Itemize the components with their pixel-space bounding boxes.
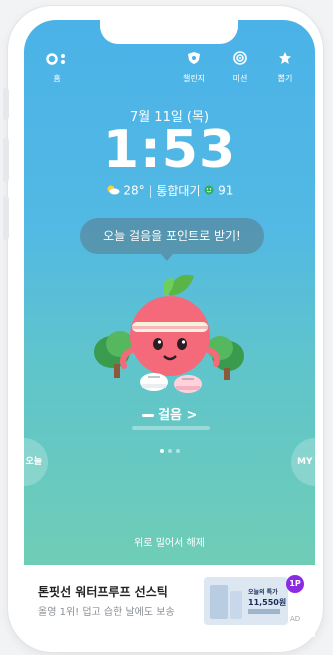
ad-banner[interactable]: 톤핏선 워터프루프 선스틱 올영 1위! 덥고 습한 날에도 보송 오늘의 특가… [24,565,315,637]
draw-button[interactable]: 뽑기 [267,50,303,84]
ad-thumb-title: 오늘의 특가 [248,589,278,596]
point-badge: 1P [286,575,304,593]
weather-row: 28° | 통합대기 91 [24,182,315,199]
product-image [210,585,228,619]
page-dot [175,449,180,453]
unlock-hint[interactable]: 위로 밀어서 해제 [24,534,315,549]
page-dot [159,449,164,453]
air-quality-value: 91 [218,183,234,198]
temperature: 28° [123,183,145,198]
lock-screen: 홈 챌린지 미션 뽑기 7월 11일 (목) 1:53 28° | 통합대기 9… [24,20,315,565]
target-icon [222,50,258,69]
side-button [3,196,9,240]
ad-title: 톤핏선 워터프루프 선스틱 [38,585,168,599]
air-quality-label: 통합대기 [156,184,201,198]
draw-label: 뽑기 [277,74,293,83]
ad-thumb-price: 11,550원 [248,598,287,607]
product-image [230,591,242,619]
ad-label: AD [290,615,301,623]
steps-label: 걸음 > [158,408,198,423]
steps-progress-bar [132,426,210,430]
home-button[interactable]: 홈 [42,50,72,84]
shield-icon [176,50,212,69]
challenge-label: 챌린지 [182,74,206,83]
gift-icon [267,50,303,69]
home-icon [42,50,72,69]
weather-divider: | [148,183,153,198]
bubble-tail [161,254,173,261]
steps-bar-icon [141,414,154,417]
mission-button[interactable]: 미션 [222,50,258,84]
ad-thumbnail[interactable]: 오늘의 특가 11,550원 [204,577,288,625]
steps-link[interactable]: 걸음 > [24,404,315,423]
ad-thumb-bar [248,609,280,614]
challenge-button[interactable]: 챌린지 [176,50,212,84]
points-bubble[interactable]: 오늘 걸음을 포인트로 받기! [80,218,264,254]
smile-icon [204,184,218,198]
home-label: 홈 [53,74,61,83]
ad-subtitle: 올영 1위! 덥고 습한 날에도 보송 [38,607,175,618]
page-dot [167,449,172,453]
sun-cloud-icon [106,184,124,198]
pagination-dots [24,438,315,457]
notch [100,20,238,44]
mascot-illustration[interactable] [90,264,250,403]
clock-time: 1:53 [102,120,237,180]
mission-label: 미션 [232,74,248,83]
side-button [3,88,9,120]
side-button [3,138,9,182]
